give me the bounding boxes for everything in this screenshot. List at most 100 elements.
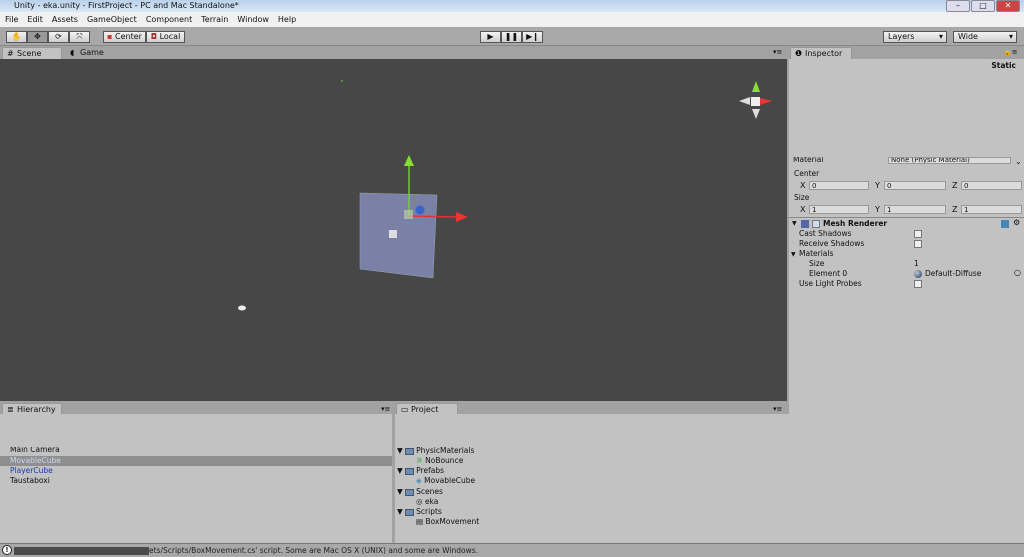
mesh-renderer-enabled-checkbox[interactable]: [812, 220, 820, 228]
size-z-label: Z: [952, 205, 958, 214]
folder-label: PhysicMaterials: [416, 446, 475, 455]
center-y-field[interactable]: 0: [884, 181, 946, 190]
menu-window[interactable]: Window: [237, 15, 269, 24]
tab-game[interactable]: ◖ Game: [66, 47, 126, 59]
size-y-label: Y: [875, 205, 880, 214]
project-panel: ▼ PhysicMaterials ⚞ NoBounce ▼ Prefabs ◈…: [395, 414, 1024, 543]
project-asset[interactable]: ◈ MovableCube: [416, 476, 475, 486]
menu-component[interactable]: Component: [146, 15, 192, 24]
project-folder[interactable]: ▼ Scripts: [397, 507, 442, 517]
project-menu-icon[interactable]: ▾≡: [773, 405, 782, 413]
pivot-center-button[interactable]: ▪ Center: [103, 31, 146, 43]
tab-inspector[interactable]: ❶ Inspector: [790, 47, 852, 59]
selected-cube: [359, 192, 438, 279]
menu-help[interactable]: Help: [278, 15, 296, 24]
element0-value[interactable]: Default-Diffuse: [925, 269, 981, 278]
help-icon[interactable]: [1001, 220, 1009, 228]
folder-label: Scripts: [416, 507, 442, 516]
chevron-down-icon[interactable]: ⌄: [1015, 157, 1022, 166]
project-asset[interactable]: ◎ eka: [416, 497, 438, 507]
project-folder[interactable]: ▼ PhysicMaterials: [397, 446, 474, 456]
static-toggle[interactable]: Static: [789, 61, 1024, 71]
layers-dropdown[interactable]: Layers ▾: [883, 31, 947, 43]
folder-label: Prefabs: [416, 466, 444, 475]
scene-canvas[interactable]: [0, 59, 787, 401]
element0-label: Element 0: [809, 269, 848, 278]
hierarchy-panel: Main Camera MovableCube PlayerCube Taust…: [0, 414, 392, 543]
center-y-label: Y: [875, 181, 880, 190]
status-bar[interactable]: ! ets/Scripts/BoxMovement.cs' script. So…: [0, 543, 1024, 557]
play-button[interactable]: ▶: [480, 31, 501, 43]
center-handle: [404, 210, 413, 219]
center-label: Center: [794, 169, 820, 178]
maximize-button[interactable]: □: [971, 0, 995, 12]
scene-menu-icon[interactable]: ▾≡: [773, 48, 782, 56]
receive-shadows-checkbox[interactable]: [914, 240, 922, 248]
center-x-field[interactable]: 0: [809, 181, 869, 190]
hierarchy-menu-icon[interactable]: ▾≡: [381, 405, 390, 413]
warning-icon: !: [2, 545, 12, 555]
tab-hierarchy-label: Hierarchy: [17, 405, 56, 414]
menu-assets[interactable]: Assets: [52, 15, 78, 24]
receive-shadows-label: Receive Shadows: [799, 239, 865, 248]
project-asset[interactable]: ⚞ NoBounce: [416, 456, 463, 466]
status-message: ets/Scripts/BoxMovement.cs' script. Some…: [149, 546, 479, 555]
layout-label: Wide: [958, 32, 978, 41]
size-y-field[interactable]: 1: [884, 205, 946, 214]
menu-file[interactable]: File: [5, 15, 18, 24]
y-axis-arrow: [404, 155, 414, 166]
object-picker-icon[interactable]: ○: [1014, 268, 1021, 277]
project-folder[interactable]: ▼ Prefabs: [397, 466, 444, 476]
center-x-label: X: [800, 181, 806, 190]
menu-terrain[interactable]: Terrain: [201, 15, 228, 24]
light-probes-checkbox[interactable]: [914, 280, 922, 288]
tab-scene[interactable]: # Scene: [2, 47, 62, 59]
close-button[interactable]: ✕: [996, 0, 1020, 12]
hand-tool-button[interactable]: ✋: [6, 31, 27, 43]
lock-icon[interactable]: 🔒≡: [1003, 48, 1018, 56]
move-tool-button[interactable]: ✥: [27, 31, 48, 43]
tab-game-label: Game: [80, 48, 104, 57]
pivot-local-button[interactable]: ◘ Local: [146, 31, 185, 43]
rotate-tool-button[interactable]: ⟳: [48, 31, 69, 43]
minimize-button[interactable]: –: [946, 0, 970, 12]
center-z-field[interactable]: 0: [961, 181, 1022, 190]
prefab-icon: ◈: [416, 476, 422, 485]
foldout-icon[interactable]: ▼: [792, 220, 797, 227]
menu-edit[interactable]: Edit: [27, 15, 43, 24]
hierarchy-item[interactable]: Taustaboxi: [10, 476, 50, 486]
cast-shadows-checkbox[interactable]: [914, 230, 922, 238]
asset-label: NoBounce: [425, 456, 464, 465]
folder-icon: [405, 508, 415, 516]
pause-button[interactable]: ❚❚: [501, 31, 522, 43]
scale-tool-button[interactable]: ⤧: [69, 31, 90, 43]
project-asset[interactable]: ▤ BoxMovement: [416, 517, 479, 527]
camera-gizmo: [238, 305, 246, 311]
light-probes-label: Use Light Probes: [799, 279, 862, 288]
cast-shadows-label: Cast Shadows: [799, 229, 852, 238]
scene-view[interactable]: [0, 59, 787, 401]
hierarchy-item[interactable]: PlayerCube: [10, 466, 53, 476]
material-sphere-icon: [914, 270, 922, 278]
menu-gameobject[interactable]: GameObject: [87, 15, 137, 24]
x-axis-handle: [408, 215, 459, 218]
materials-label: Materials: [799, 249, 834, 258]
size-label: Size: [794, 193, 810, 202]
material-field[interactable]: None (Physic Material): [888, 157, 1011, 164]
light-gizmo: [341, 80, 343, 82]
game-icon: ◖: [70, 48, 75, 57]
hierarchy-item[interactable]: Main Camera: [10, 447, 60, 454]
asset-label: eka: [424, 497, 439, 506]
layout-dropdown[interactable]: Wide ▾: [953, 31, 1017, 43]
gear-icon[interactable]: ⚙: [1013, 218, 1020, 227]
asset-label: BoxMovement: [425, 517, 480, 526]
materials-size-value[interactable]: 1: [914, 259, 919, 268]
size-z-field[interactable]: 1: [961, 205, 1022, 214]
script-icon: ▤: [416, 517, 424, 526]
step-button[interactable]: ▶❙: [522, 31, 543, 43]
title-bar: Unity - eka.unity - FirstProject - PC an…: [0, 0, 1024, 12]
project-folder[interactable]: ▼ Scenes: [397, 487, 443, 497]
garbled-text: [14, 547, 149, 555]
hierarchy-item-selected[interactable]: MovableCube: [0, 456, 392, 466]
size-x-field[interactable]: 1: [809, 205, 869, 214]
